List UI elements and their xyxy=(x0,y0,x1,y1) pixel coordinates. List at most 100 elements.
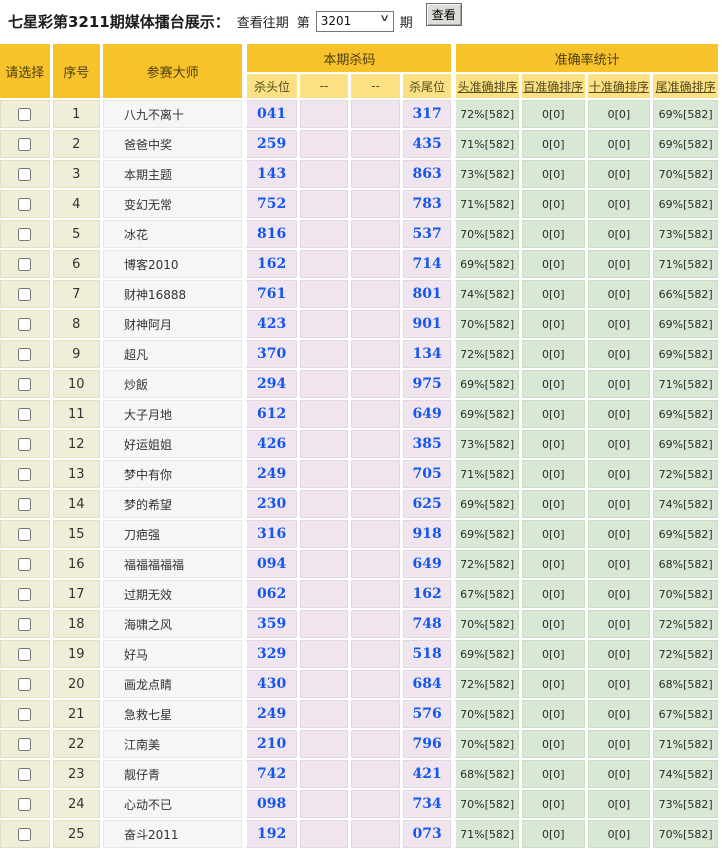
row-select-checkbox[interactable] xyxy=(18,228,32,241)
select-cell xyxy=(0,190,50,218)
row-select-checkbox[interactable] xyxy=(18,738,32,751)
kill-head-value: 162 xyxy=(245,250,297,278)
stat-tail-rank: 69%[582] xyxy=(653,520,718,548)
stat-tail-rank: 69%[582] xyxy=(653,340,718,368)
row-select-checkbox[interactable] xyxy=(18,798,32,811)
stat-tail-rank: 70%[582] xyxy=(653,160,718,188)
period-prefix-label: 第 xyxy=(296,15,310,31)
sort-link-tail[interactable]: 尾准确排序 xyxy=(656,80,716,94)
row-select-checkbox[interactable] xyxy=(18,768,32,781)
row-select-checkbox[interactable] xyxy=(18,288,32,301)
row-select-checkbox[interactable] xyxy=(18,318,32,331)
row-index: 23 xyxy=(52,760,100,788)
stat-hundred-rank: 0[0] xyxy=(522,130,585,158)
row-index: 11 xyxy=(52,400,100,428)
row-select-checkbox[interactable] xyxy=(18,648,32,661)
kill-mid-2-cell xyxy=(351,100,400,128)
kill-mid-2-cell xyxy=(351,490,400,518)
select-cell xyxy=(0,760,50,788)
table-row: 25 奋斗2011 192 073 71%[582] 0[0] 0[0] 70%[582] xyxy=(0,820,718,848)
kill-mid-1-cell xyxy=(299,220,349,248)
stat-head-rank: 69%[582] xyxy=(454,250,519,278)
row-select-checkbox[interactable] xyxy=(18,168,32,181)
kill-mid-1-cell xyxy=(299,820,349,848)
kill-mid-2-cell xyxy=(351,520,400,548)
stat-head-rank: 70%[582] xyxy=(454,610,519,638)
row-select-checkbox[interactable] xyxy=(18,498,32,511)
row-select-checkbox[interactable] xyxy=(18,828,32,841)
table-row: 6 博客2010 162 714 69%[582] 0[0] 0[0] 71%[582] xyxy=(0,250,718,278)
kill-mid-2-cell xyxy=(351,340,400,368)
select-cell xyxy=(0,790,50,818)
row-select-checkbox[interactable] xyxy=(18,198,32,211)
kill-head-value: 062 xyxy=(245,580,297,608)
row-select-checkbox[interactable] xyxy=(18,528,32,541)
row-index: 16 xyxy=(52,550,100,578)
kill-head-value: 359 xyxy=(245,610,297,638)
sort-link-ten[interactable]: 十准确排序 xyxy=(589,80,649,94)
kill-mid-1-cell xyxy=(299,640,349,668)
stat-head-rank: 73%[582] xyxy=(454,160,519,188)
select-cell xyxy=(0,610,50,638)
row-select-checkbox[interactable] xyxy=(18,678,32,691)
row-select-checkbox[interactable] xyxy=(18,408,32,421)
row-select-checkbox[interactable] xyxy=(18,618,32,631)
kill-mid-2-cell xyxy=(351,700,400,728)
stat-ten-rank: 0[0] xyxy=(587,190,651,218)
row-select-checkbox[interactable] xyxy=(18,438,32,451)
kill-tail-value: 162 xyxy=(402,580,452,608)
row-select-checkbox[interactable] xyxy=(18,468,32,481)
table-row: 24 心动不已 098 734 70%[582] 0[0] 0[0] 73%[582] xyxy=(0,790,718,818)
kill-mid-2-cell xyxy=(351,820,400,848)
page: 七星彩第3211期媒体擂台展示： 查看往期 第 3201 ∨ 期 查看 请选择 … xyxy=(0,0,722,850)
kill-mid-2-cell xyxy=(351,670,400,698)
row-select-checkbox[interactable] xyxy=(18,138,32,151)
row-select-checkbox[interactable] xyxy=(18,348,32,361)
stat-hundred-rank: 0[0] xyxy=(522,250,585,278)
kill-head-value: 370 xyxy=(245,340,297,368)
row-index: 5 xyxy=(52,220,100,248)
row-select-checkbox[interactable] xyxy=(18,588,32,601)
kill-mid-2-cell xyxy=(351,250,400,278)
row-index: 21 xyxy=(52,700,100,728)
row-select-checkbox[interactable] xyxy=(18,258,32,271)
sort-link-hundred[interactable]: 百准确排序 xyxy=(523,80,583,94)
row-select-checkbox[interactable] xyxy=(18,108,32,121)
kill-mid-1-cell xyxy=(299,370,349,398)
kill-mid-1-cell xyxy=(299,700,349,728)
row-select-checkbox[interactable] xyxy=(18,558,32,571)
stat-head-rank: 72%[582] xyxy=(454,670,519,698)
master-name: 江南美 xyxy=(102,730,243,758)
sort-link-tail-cell: 尾准确排序 xyxy=(653,74,718,98)
kill-tail-value: 576 xyxy=(402,700,452,728)
stat-hundred-rank: 0[0] xyxy=(522,280,585,308)
kill-mid-2-cell xyxy=(351,460,400,488)
period-suffix-label: 期 xyxy=(399,15,413,31)
master-name: 好运姐姐 xyxy=(102,430,243,458)
kill-tail-value: 918 xyxy=(402,520,452,548)
row-index: 19 xyxy=(52,640,100,668)
kill-head-value: 612 xyxy=(245,400,297,428)
kill-mid-2-cell xyxy=(351,220,400,248)
row-index: 12 xyxy=(52,430,100,458)
stat-ten-rank: 0[0] xyxy=(587,490,651,518)
kill-head-value: 816 xyxy=(245,220,297,248)
stat-hundred-rank: 0[0] xyxy=(522,100,585,128)
header-kill-group: 本期杀码 xyxy=(245,44,452,72)
select-cell xyxy=(0,490,50,518)
period-select-wrap: 3201 ∨ xyxy=(315,10,394,32)
stat-head-rank: 68%[582] xyxy=(454,760,519,788)
period-select[interactable]: 3201 xyxy=(315,10,394,32)
table-row: 15 刀疤强 316 918 69%[582] 0[0] 0[0] 69%[582] xyxy=(0,520,718,548)
kill-mid-1-cell xyxy=(299,610,349,638)
sort-link-head[interactable]: 头准确排序 xyxy=(458,80,518,94)
stat-tail-rank: 66%[582] xyxy=(653,280,718,308)
row-select-checkbox[interactable] xyxy=(18,708,32,721)
master-name: 过期无效 xyxy=(102,580,243,608)
row-select-checkbox[interactable] xyxy=(18,378,32,391)
stat-ten-rank: 0[0] xyxy=(587,400,651,428)
stat-ten-rank: 0[0] xyxy=(587,640,651,668)
stat-head-rank: 70%[582] xyxy=(454,220,519,248)
view-button[interactable]: 查看 xyxy=(425,3,462,26)
stat-head-rank: 69%[582] xyxy=(454,490,519,518)
